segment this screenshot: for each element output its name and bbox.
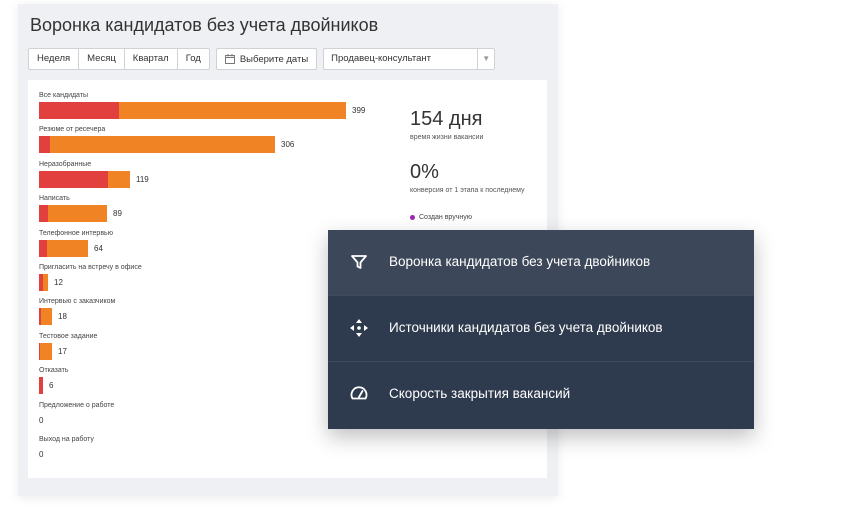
funnel-stage-count: 6 bbox=[49, 381, 54, 391]
funnel-stage-count: 399 bbox=[352, 106, 366, 115]
purple-dot-icon bbox=[410, 215, 415, 220]
funnel-stage-count: 18 bbox=[58, 312, 67, 322]
funnel-stage-label: Выход на работу bbox=[39, 435, 94, 443]
funnel-bar: 119 bbox=[39, 170, 149, 188]
period-year-button[interactable]: Год bbox=[178, 49, 209, 69]
funnel-bar-orange-segment bbox=[41, 308, 52, 326]
menu-item-sources-label: Источники кандидатов без учета двойников bbox=[389, 320, 663, 335]
funnel-stage: Написать 89 bbox=[39, 195, 379, 229]
funnel-bar: 0 bbox=[39, 412, 43, 429]
funnel-bar-orange-segment bbox=[50, 136, 275, 154]
funnel-bar-red-segment bbox=[39, 377, 43, 395]
funnel-bar-red-segment bbox=[39, 205, 48, 223]
filter-icon bbox=[351, 255, 367, 269]
funnel-bar: 17 bbox=[39, 342, 67, 360]
funnel-stage: Неразобранные 119 bbox=[39, 161, 379, 195]
funnel-bar-red-segment bbox=[39, 170, 108, 188]
choose-dates-button[interactable]: Выберите даты bbox=[215, 48, 318, 70]
move-arrows-icon bbox=[350, 319, 368, 337]
lifetime-value: 154 дня bbox=[410, 108, 483, 130]
funnel-stage-label: Написать bbox=[39, 195, 70, 203]
funnel-bar: 18 bbox=[39, 308, 67, 326]
funnel-stage-label: Неразобранные bbox=[39, 160, 92, 168]
funnel-stage-count: 12 bbox=[54, 277, 63, 287]
conversion-label: конверсия от 1 этапа к последнему bbox=[410, 187, 525, 194]
menu-item-funnel-label: Воронка кандидатов без учета двойников bbox=[389, 254, 651, 269]
menu-item-funnel[interactable]: Воронка кандидатов без учета двойников bbox=[328, 230, 754, 296]
funnel-bar: 306 bbox=[39, 136, 295, 154]
funnel-stage-label: Все кандидаты bbox=[39, 92, 89, 99]
role-select-value: Продавец-консультант bbox=[331, 53, 431, 64]
funnel-stage-label: Интервью с заказчиком bbox=[39, 298, 116, 306]
funnel-stage: Выход на работу 0 bbox=[39, 436, 379, 470]
menu-item-closing-speed[interactable]: Скорость закрытия вакансий bbox=[328, 362, 754, 427]
funnel-bar-red-segment bbox=[39, 239, 47, 257]
funnel-bar-orange-segment bbox=[119, 102, 346, 119]
period-month-button[interactable]: Месяц bbox=[79, 49, 125, 69]
funnel-stage: Резюме от ресечера 306 bbox=[39, 126, 379, 160]
report-type-menu: Воронка кандидатов без учета двойников И… bbox=[328, 230, 754, 429]
funnel-stage-count: 17 bbox=[58, 346, 67, 356]
funnel-bar: 0 bbox=[39, 446, 43, 463]
legend-manual-label: Создан вручную bbox=[419, 214, 473, 221]
funnel-bar-orange-segment bbox=[108, 170, 130, 188]
speedometer-icon bbox=[350, 386, 368, 400]
period-week-button[interactable]: Неделя bbox=[29, 49, 80, 69]
funnel-bar: 12 bbox=[39, 273, 63, 291]
period-buttons: Неделя Месяц Квартал Год bbox=[28, 48, 210, 70]
funnel-stage-count: 119 bbox=[136, 174, 149, 184]
funnel-stage-label: Предложение о работе bbox=[39, 401, 115, 409]
conversion-value: 0% bbox=[410, 161, 439, 183]
funnel-stage-count: 64 bbox=[94, 243, 103, 253]
funnel-bar: 89 bbox=[39, 205, 122, 223]
funnel-stage-label: Тестовое задание bbox=[39, 332, 98, 340]
period-quarter-button[interactable]: Квартал bbox=[125, 49, 178, 69]
role-select[interactable]: Продавец-консультант ▼ bbox=[323, 48, 496, 70]
funnel-stage-count: 0 bbox=[39, 449, 44, 459]
funnel-bar-orange-segment bbox=[47, 239, 88, 257]
funnel-stage-label: Телефонное интервью bbox=[39, 229, 113, 237]
funnel-stage-count: 89 bbox=[113, 209, 122, 219]
menu-item-sources[interactable]: Источники кандидатов без учета двойников bbox=[328, 296, 754, 362]
funnel-bar: 6 bbox=[39, 377, 54, 395]
lifetime-label: время жизни вакансии bbox=[410, 134, 484, 141]
funnel-stage-label: Резюме от ресечера bbox=[39, 126, 106, 134]
funnel-bar: 64 bbox=[39, 239, 103, 257]
funnel-stage-label: Отказать bbox=[39, 367, 69, 375]
funnel-bar-orange-segment bbox=[48, 205, 107, 223]
funnel-stage-label: Пригласить на встречу в офисе bbox=[39, 263, 142, 271]
funnel-stage-count: 306 bbox=[281, 140, 295, 150]
toolbar: Неделя Месяц Квартал Год Выберите даты П… bbox=[28, 48, 496, 70]
funnel-bar-red-segment bbox=[39, 102, 119, 119]
choose-dates-label: Выберите даты bbox=[239, 53, 309, 65]
menu-item-closing-speed-label: Скорость закрытия вакансий bbox=[389, 386, 571, 401]
funnel-stage-count: 0 bbox=[39, 415, 44, 425]
page-title: Воронка кандидатов без учета двойников bbox=[30, 15, 379, 35]
calendar-icon bbox=[224, 54, 235, 64]
chevron-down-icon: ▼ bbox=[477, 49, 494, 69]
funnel-bar-red-segment bbox=[39, 136, 50, 154]
funnel-bar-orange-segment bbox=[40, 342, 52, 360]
funnel-bar: 399 bbox=[39, 102, 365, 119]
funnel-stage: Все кандидаты 399 bbox=[39, 92, 379, 126]
funnel-bar-orange-segment bbox=[43, 273, 48, 291]
stats-panel: 154 дня время жизни вакансии 0% конверси… bbox=[410, 108, 525, 221]
legend-manual: Создан вручную bbox=[410, 214, 525, 221]
